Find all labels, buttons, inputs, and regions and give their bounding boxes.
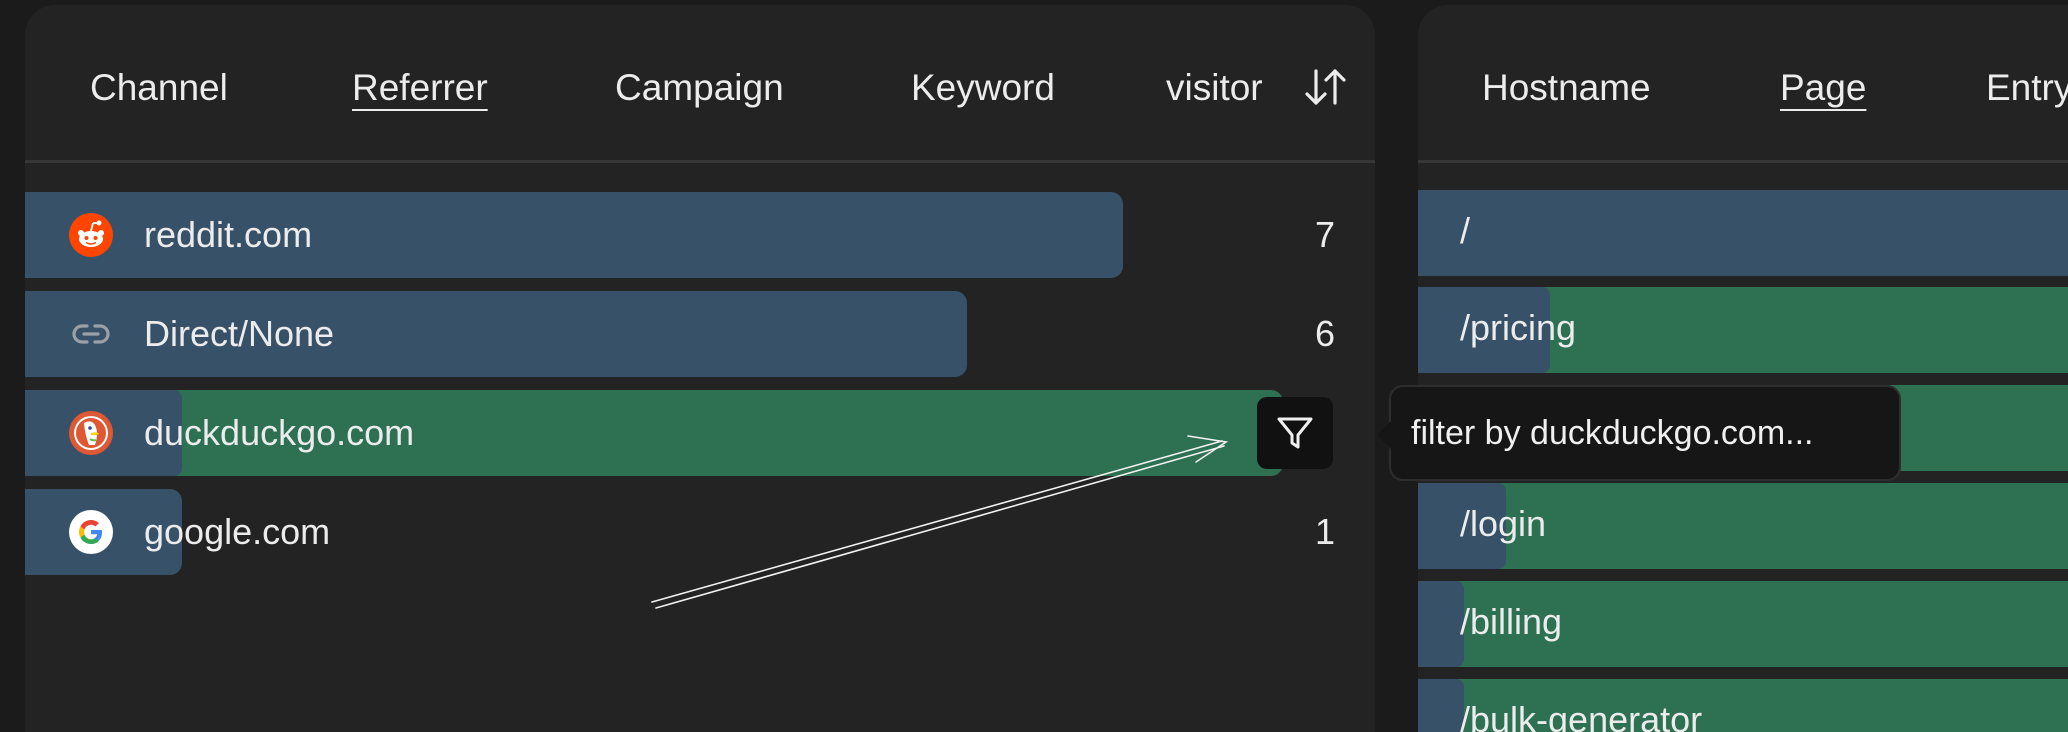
visitor-bar — [1418, 190, 2068, 276]
analytics-dashboard: Channel Referrer Campaign Keyword visito… — [0, 0, 2068, 732]
referrer-row-reddit[interactable]: reddit.com 7 — [25, 192, 1375, 278]
tab-entry[interactable]: Entry — [1986, 63, 2068, 113]
page-row-bulk-generator[interactable]: /bulk-generator — [1418, 679, 2068, 732]
visitor-bar — [1418, 581, 1464, 667]
filter-button[interactable] — [1257, 397, 1333, 469]
page-row-login[interactable]: /login — [1418, 483, 2068, 569]
tab-referrer[interactable]: Referrer — [352, 63, 488, 113]
visitor-bar — [1418, 679, 1464, 732]
referrer-row-direct[interactable]: Direct/None 6 — [25, 291, 1375, 377]
referrer-row-google[interactable]: google.com 1 — [25, 489, 1375, 575]
referrer-label: duckduckgo.com — [144, 412, 415, 453]
reddit-icon — [69, 213, 113, 257]
referrer-row-duckduckgo[interactable]: duckduckgo.com — [25, 390, 1375, 476]
funnel-icon — [1277, 417, 1313, 449]
page-label: /billing — [1460, 601, 1563, 642]
referrer-label: reddit.com — [144, 214, 313, 255]
tab-page[interactable]: Page — [1780, 63, 1866, 113]
metric-label: visitor — [1166, 67, 1263, 108]
tab-channel[interactable]: Channel — [90, 63, 228, 113]
duckduckgo-icon — [69, 411, 113, 455]
page-label: /login — [1460, 503, 1547, 544]
tab-campaign[interactable]: Campaign — [615, 63, 784, 113]
page-row-root[interactable]: / — [1418, 190, 2068, 276]
pages-tabs: Hostname Page Entry — [1418, 5, 2068, 163]
tab-hostname[interactable]: Hostname — [1482, 63, 1651, 113]
visitor-count: 7 — [1314, 214, 1335, 255]
filter-tooltip: filter by duckduckgo.com... — [1377, 385, 1901, 481]
referrer-tabs: Channel Referrer Campaign Keyword visito… — [25, 5, 1375, 163]
visitor-count: 1 — [1314, 511, 1335, 552]
google-icon — [69, 510, 113, 554]
referrer-panel: Channel Referrer Campaign Keyword visito… — [25, 5, 1375, 732]
visitor-count: 6 — [1314, 313, 1335, 354]
page-row-billing[interactable]: /billing — [1418, 581, 2068, 667]
sort-icon[interactable] — [1304, 63, 1348, 113]
referrer-label: google.com — [144, 511, 331, 552]
page-label: /bulk-generator — [1460, 699, 1703, 732]
page-label: /pricing — [1460, 307, 1577, 348]
page-label: / — [1460, 210, 1471, 251]
tab-keyword[interactable]: Keyword — [911, 63, 1055, 113]
link-icon — [72, 324, 110, 344]
referrer-label: Direct/None — [144, 313, 335, 354]
page-row-pricing[interactable]: /pricing — [1418, 287, 2068, 373]
pages-panel: Hostname Page Entry / /pricing /login /b… — [1418, 5, 2068, 732]
